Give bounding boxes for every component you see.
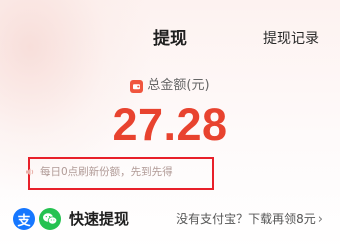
withdraw-history-link[interactable]: 提现记录 <box>263 30 319 48</box>
withdraw-screen: 提现 提现记录 总金额(元) 27.28 每日0点刷新份额，先到先得 支 快速提… <box>0 0 340 251</box>
payout-method-row: 支 快速提现 没有支付宝？下载再领8元 › <box>0 204 340 234</box>
alipay-icon[interactable]: 支 <box>13 208 35 230</box>
notice-text: 每日0点刷新份额，先到先得 <box>40 166 173 178</box>
total-amount-label-row: 总金额(元) <box>0 78 340 94</box>
download-alipay-text[interactable]: 没有支付宝？下载再领8元 <box>176 212 316 227</box>
sound-icon <box>25 167 35 177</box>
fast-withdraw-label[interactable]: 快速提现 <box>69 210 129 228</box>
refresh-notice: 每日0点刷新份额，先到先得 <box>25 165 173 179</box>
balance-amount: 27.28 <box>112 99 228 150</box>
total-amount-label: 总金额(元) <box>147 78 210 93</box>
chevron-right-icon[interactable]: › <box>318 212 323 227</box>
wallet-icon <box>130 79 144 93</box>
wechat-icon[interactable] <box>39 208 61 230</box>
download-alipay-link[interactable]: 没有支付宝？下载再领8元 › <box>176 212 323 227</box>
